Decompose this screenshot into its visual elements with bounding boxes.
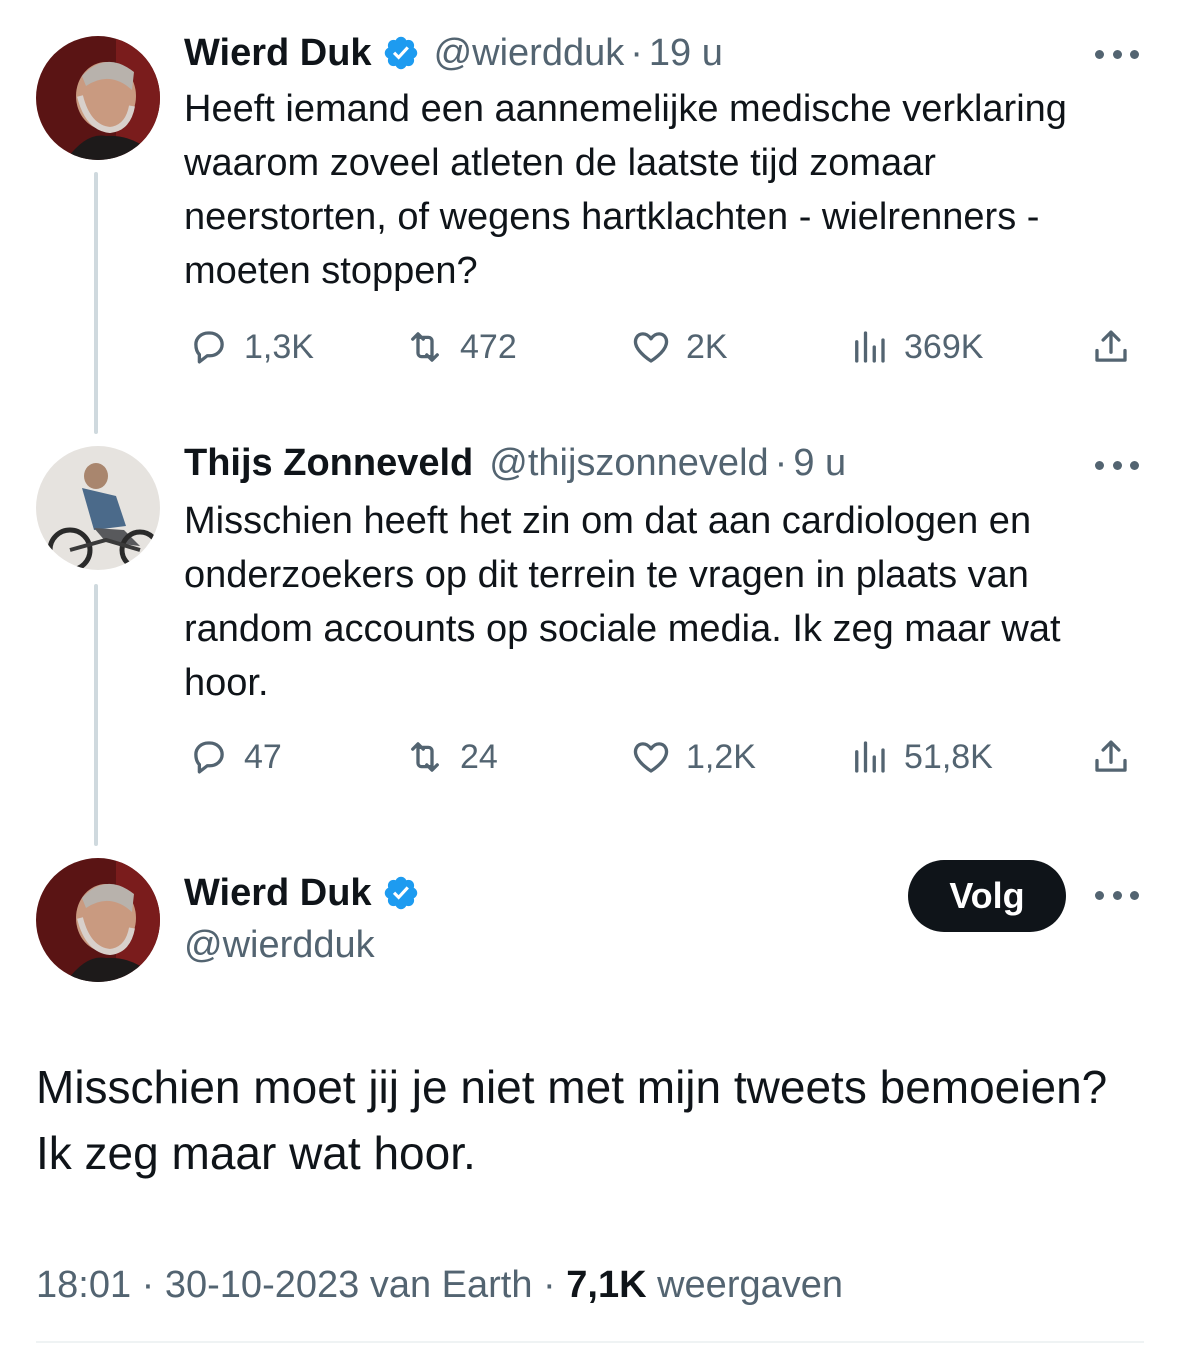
reply-count: 47 — [244, 737, 282, 776]
retweet-button[interactable]: 24 — [404, 732, 498, 782]
tweet-1-actions: 1,3K 472 2K 369K — [184, 322, 1144, 372]
timestamp[interactable]: 9 u — [793, 440, 846, 486]
main-tweet-text: Misschien moet jij je niet met mijn twee… — [36, 1061, 1108, 1179]
tweet-meta: 18:01 · 30-10-2023 van Earth · 7,1K weer… — [36, 1260, 843, 1310]
speech-bubble-icon — [194, 331, 224, 364]
tweet-thread: Wierd Duk @wierdduk · 19 u Heeft iemand … — [0, 0, 1178, 1347]
timestamp[interactable]: 19 u — [649, 30, 723, 76]
follow-button[interactable]: Volg — [908, 860, 1066, 932]
main-tweet-header: Wierd Duk — [184, 870, 434, 916]
separator: · — [630, 32, 643, 74]
tweet-2-text: Misschien heeft het zin om dat aan cardi… — [184, 500, 1061, 704]
retweet-button[interactable]: 472 — [404, 322, 517, 372]
avatar-wierd-duk[interactable] — [36, 36, 160, 160]
avatar-thijs-zonneveld[interactable] — [36, 446, 160, 570]
separator: · — [774, 442, 788, 484]
post-date[interactable]: 30-10-2023 — [165, 1264, 359, 1306]
share-icon — [1095, 740, 1127, 772]
author-name[interactable]: Wierd Duk — [184, 870, 372, 916]
thread-connector-line — [94, 584, 98, 846]
heart-icon — [633, 742, 669, 773]
post-source: van Earth — [369, 1264, 533, 1306]
tweet-1-header: Wierd Duk @wierdduk · 19 u — [184, 30, 723, 76]
divider — [36, 1341, 1144, 1343]
retweet-icon — [411, 742, 439, 772]
share-button[interactable] — [1090, 322, 1132, 372]
like-count: 2K — [686, 327, 728, 366]
view-count: 51,8K — [904, 737, 993, 776]
like-button[interactable]: 2K — [630, 322, 728, 372]
separator: · — [141, 1264, 155, 1306]
tweet-2-header: Thijs Zonneveld @thijszonneveld · 9 u — [184, 440, 846, 486]
views-button[interactable]: 369K — [848, 322, 983, 372]
tweet-2-actions: 47 24 1,2K 51,8K — [184, 732, 1144, 782]
tweet-1-text: Heeft iemand een aannemelijke medische v… — [184, 88, 1067, 292]
author-name[interactable]: Wierd Duk — [184, 30, 372, 76]
like-button[interactable]: 1,2K — [630, 732, 756, 782]
verified-badge-icon — [382, 34, 420, 72]
post-time[interactable]: 18:01 — [36, 1264, 131, 1306]
views-label: weergaven — [657, 1264, 844, 1306]
more-dots-icon[interactable] — [1095, 888, 1139, 902]
more-dots-icon[interactable] — [1095, 458, 1139, 472]
reply-count: 1,3K — [244, 327, 314, 366]
author-handle[interactable]: @thijszonneveld — [489, 440, 768, 486]
heart-icon — [633, 332, 669, 363]
separator: · — [543, 1264, 556, 1306]
verified-badge-icon — [382, 874, 420, 912]
more-dots-icon[interactable] — [1095, 47, 1139, 61]
views-count: 7,1K — [566, 1264, 647, 1306]
bar-chart-icon — [855, 331, 885, 363]
view-count: 369K — [904, 327, 984, 366]
retweet-count: 24 — [460, 737, 498, 776]
avatar-wierd-duk[interactable] — [36, 858, 160, 982]
reply-button[interactable]: 1,3K — [188, 322, 314, 372]
reply-button[interactable]: 47 — [188, 732, 282, 782]
thread-connector-line — [94, 172, 98, 434]
like-count: 1,2K — [686, 737, 756, 776]
share-icon — [1095, 330, 1127, 362]
retweet-icon — [411, 332, 439, 362]
author-name[interactable]: Thijs Zonneveld — [184, 440, 473, 486]
speech-bubble-icon — [194, 741, 224, 774]
author-handle[interactable]: @wierdduk — [184, 920, 375, 970]
retweet-count: 472 — [460, 327, 517, 366]
bar-chart-icon — [855, 741, 885, 773]
share-button[interactable] — [1090, 732, 1132, 782]
views-button[interactable]: 51,8K — [848, 732, 993, 782]
author-handle[interactable]: @wierdduk — [434, 30, 625, 76]
